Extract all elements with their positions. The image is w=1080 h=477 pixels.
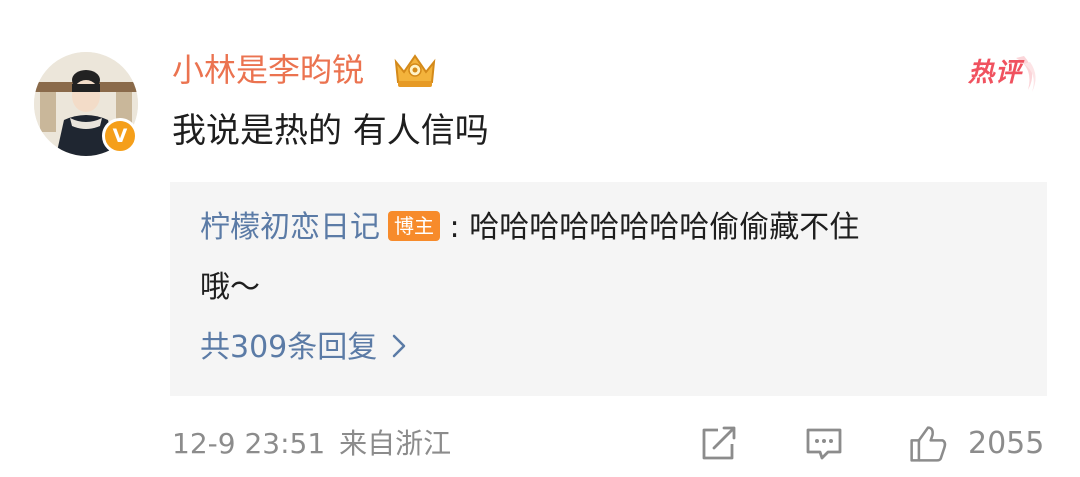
chevron-right-icon xyxy=(393,334,406,358)
verified-badge-icon: V xyxy=(102,118,138,154)
reply-text-line2: 哦～ xyxy=(200,270,260,305)
hot-comment-label: 热评 xyxy=(968,58,1023,88)
view-all-replies-label: 共309条回复 xyxy=(200,330,378,365)
reply-separator: : xyxy=(449,210,460,245)
reply-text-line1: 哈哈哈哈哈哈哈哈偷偷藏不住 xyxy=(469,210,860,245)
author-badge: 博主 xyxy=(388,211,440,241)
hot-comment-icon: 热评 xyxy=(968,54,1040,94)
vip-crown-icon xyxy=(394,54,436,87)
comment-username[interactable]: 小林是李昀锐 xyxy=(172,50,364,90)
comment-location: 来自浙江 xyxy=(339,427,452,460)
like-icon[interactable] xyxy=(906,424,950,464)
reply-line: 柠檬初恋日记 博主 : 哈哈哈哈哈哈哈哈偷偷藏不住 xyxy=(200,206,859,250)
comment-time: 12-9 23:51 xyxy=(172,427,326,460)
comment-icon[interactable] xyxy=(804,424,844,464)
like-count: 2055 xyxy=(968,426,1045,461)
share-icon[interactable] xyxy=(698,424,740,464)
comment-meta: 12-9 23:51 来自浙江 xyxy=(172,424,451,464)
reply-preview[interactable]: 柠檬初恋日记 博主 : 哈哈哈哈哈哈哈哈偷偷藏不住 哦～ 共309条回复 xyxy=(170,182,1047,396)
reply-username[interactable]: 柠檬初恋日记 xyxy=(200,210,380,245)
comment-text: 我说是热的 有人信吗 xyxy=(172,111,489,151)
view-all-replies-link[interactable]: 共309条回复 xyxy=(200,326,407,370)
